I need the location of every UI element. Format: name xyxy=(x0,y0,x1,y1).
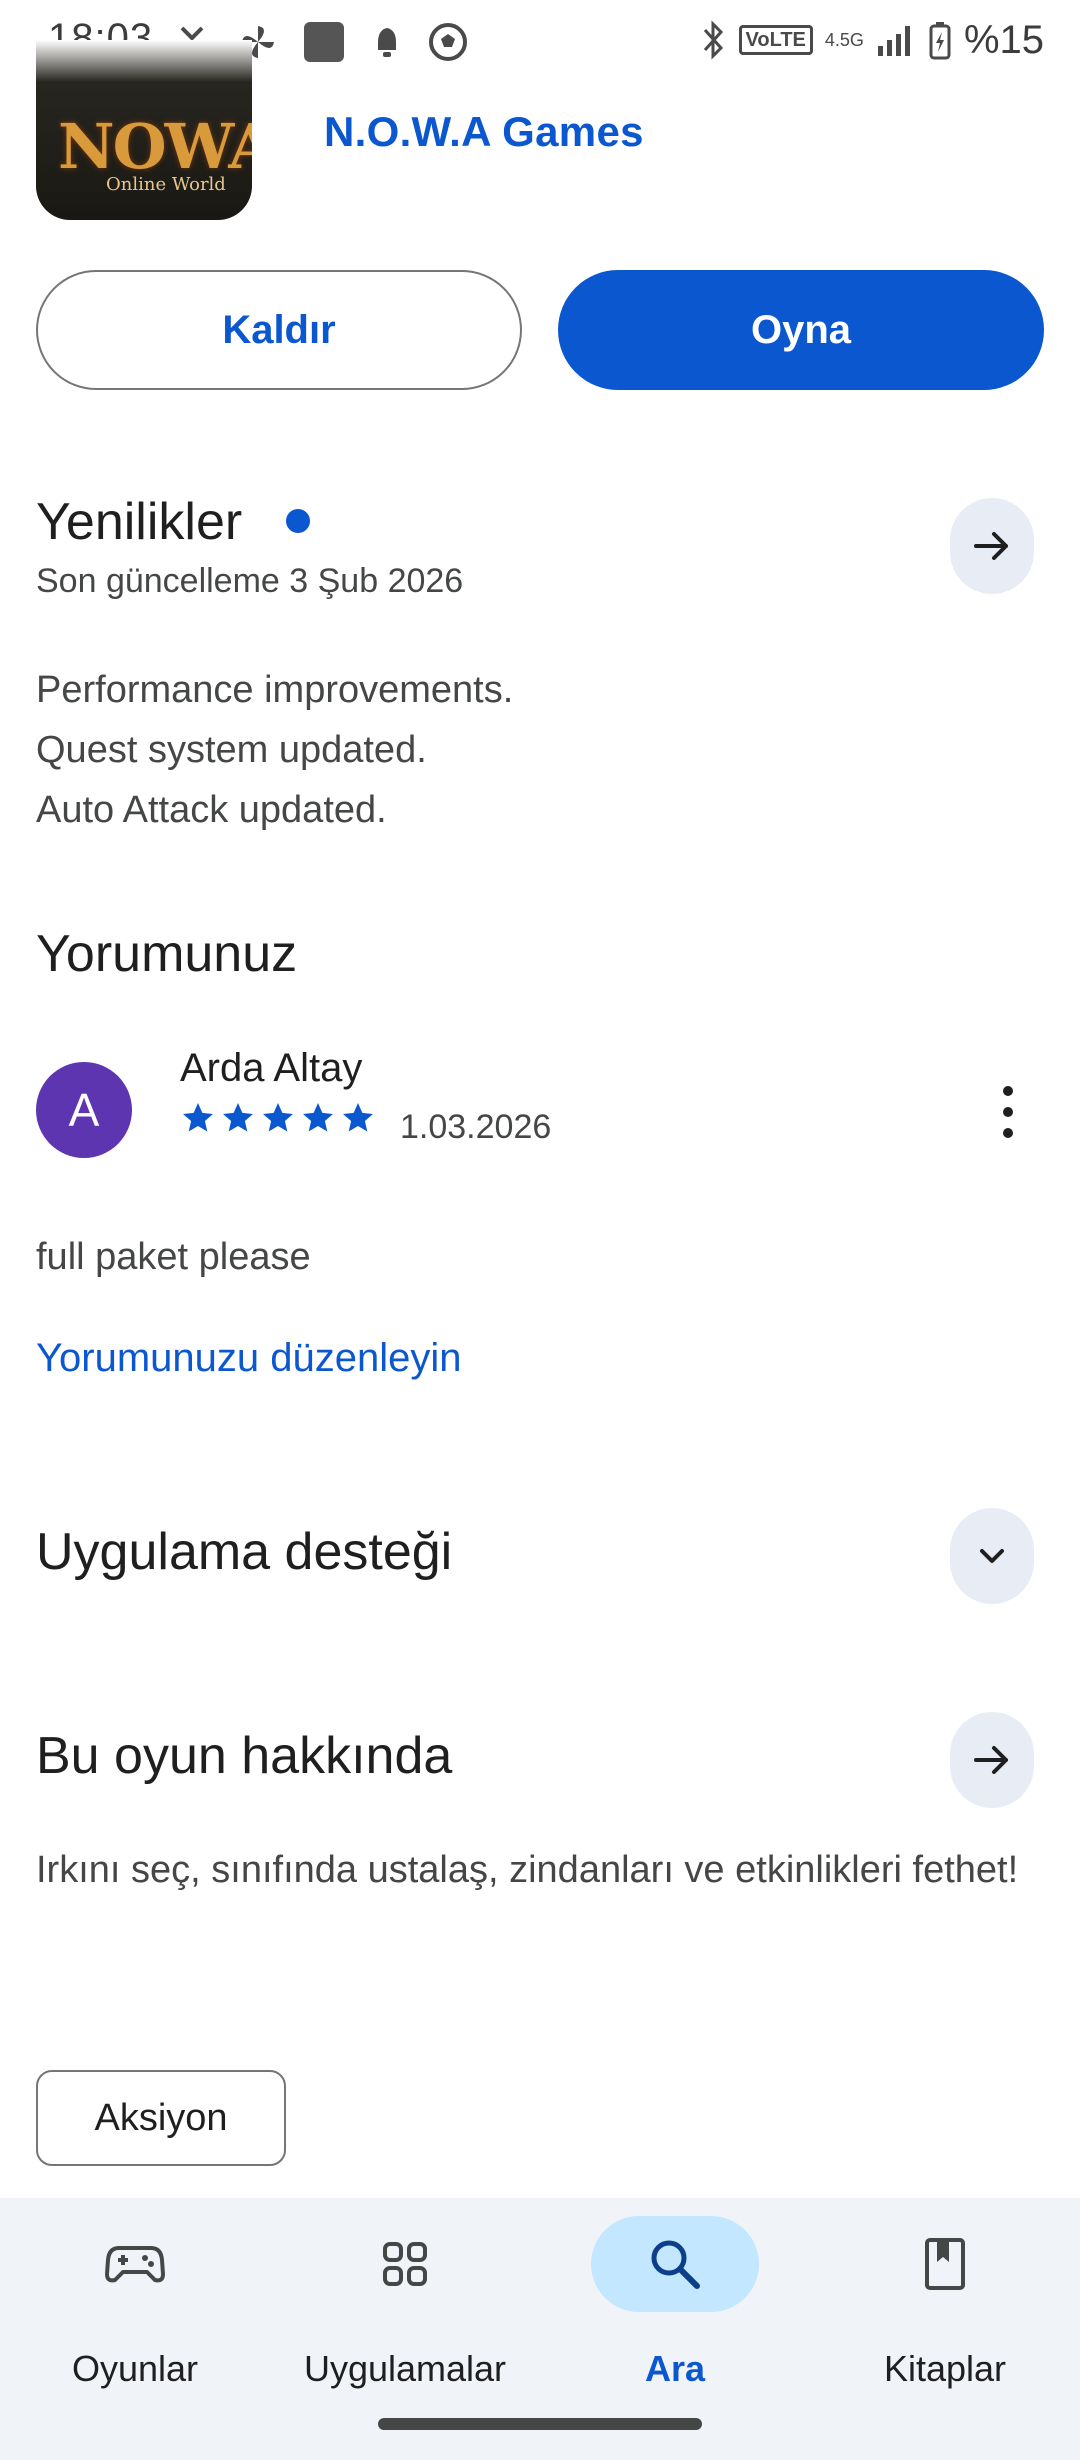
developer-link[interactable]: N.O.W.A Games xyxy=(324,108,644,156)
release-note: Quest system updated. xyxy=(36,729,427,771)
nav-item-apps[interactable]: Uygulamalar xyxy=(270,2198,540,2418)
chevron-down-icon xyxy=(980,1549,1004,1563)
gamepad-icon xyxy=(105,2246,165,2283)
whats-new-title[interactable]: Yenilikler xyxy=(36,492,242,552)
more-vert-dot xyxy=(1003,1107,1013,1117)
release-notes: Performance improvements. Quest system u… xyxy=(36,660,513,840)
review-more-options-button[interactable] xyxy=(984,1080,1032,1144)
home-indicator[interactable] xyxy=(378,2418,702,2430)
notification-bell-icon xyxy=(378,28,396,57)
play-button[interactable]: Oyna xyxy=(558,270,1044,390)
star-icon xyxy=(263,1103,293,1132)
nav-item-search[interactable]: Ara xyxy=(540,2198,810,2418)
reviewer-name: Arda Altay xyxy=(180,1046,363,1090)
star-rating xyxy=(180,1100,376,1136)
star-icon xyxy=(183,1103,213,1132)
signal-icon xyxy=(877,26,910,56)
book-icon xyxy=(925,2238,965,2290)
release-note: Performance improvements. xyxy=(36,669,514,711)
avatar: A xyxy=(36,1062,132,1158)
whats-new-arrow-button[interactable] xyxy=(950,498,1034,594)
app-square-icon xyxy=(304,22,344,62)
nav-label-search: Ara xyxy=(644,2348,706,2389)
battery-percent: %15 xyxy=(963,17,1044,62)
star-icon xyxy=(303,1103,333,1132)
status-right-icons: VoLTE 4.5G %15 xyxy=(701,16,1044,64)
nav-pill-active xyxy=(591,2216,759,2312)
more-vert-dot xyxy=(1003,1086,1013,1096)
star-icon xyxy=(343,1103,373,1132)
nav-item-books[interactable]: Kitaplar xyxy=(810,2198,1080,2418)
nav-label-apps: Uygulamalar xyxy=(303,2348,507,2389)
nav-pill xyxy=(51,2216,219,2312)
volte-icon: VoLTE xyxy=(738,25,813,55)
star-icon xyxy=(223,1103,253,1132)
about-game-description: Irkını seç, sınıfında ustalaş, zindanlar… xyxy=(36,1849,1019,1891)
genre-chip[interactable]: Aksiyon xyxy=(36,2070,286,2166)
app-support-expand-button[interactable] xyxy=(950,1508,1034,1604)
nav-pill xyxy=(321,2216,489,2312)
app-icon: NOWA Online World xyxy=(36,40,252,220)
soccer-ball-icon xyxy=(429,23,467,61)
nav-item-games[interactable]: Oyunlar xyxy=(0,2198,270,2418)
nav-label-books: Kitaplar xyxy=(883,2348,1007,2389)
new-indicator-dot xyxy=(286,509,310,533)
arrow-right-icon xyxy=(974,1746,1008,1774)
review-date: 1.03.2026 xyxy=(400,1108,552,1146)
apps-grid-icon xyxy=(383,2242,427,2286)
battery-charging-icon xyxy=(929,22,951,60)
about-game-title[interactable]: Bu oyun hakkında xyxy=(36,1726,452,1786)
release-note: Auto Attack updated. xyxy=(36,789,387,831)
last-update-date: Son güncelleme 3 Şub 2026 xyxy=(36,562,464,600)
edit-review-link[interactable]: Yorumunuzu düzenleyin xyxy=(36,1336,462,1381)
uninstall-button[interactable]: Kaldır xyxy=(36,270,522,390)
about-game-arrow-button[interactable] xyxy=(950,1712,1034,1808)
your-review-title: Yorumunuz xyxy=(36,925,298,983)
more-vert-dot xyxy=(1003,1128,1013,1138)
nav-label-games: Oyunlar xyxy=(71,2348,199,2389)
nav-pill xyxy=(861,2216,1029,2312)
app-logo-text: NOWA xyxy=(58,110,252,183)
app-logo-subtext: Online World xyxy=(106,174,226,195)
app-support-title[interactable]: Uygulama desteği xyxy=(36,1522,452,1582)
arrow-right-icon xyxy=(974,532,1008,560)
review-text: full paket please xyxy=(36,1236,311,1278)
search-icon xyxy=(651,2240,700,2289)
bluetooth-icon xyxy=(703,20,723,60)
network-type: 4.5G xyxy=(824,30,864,50)
